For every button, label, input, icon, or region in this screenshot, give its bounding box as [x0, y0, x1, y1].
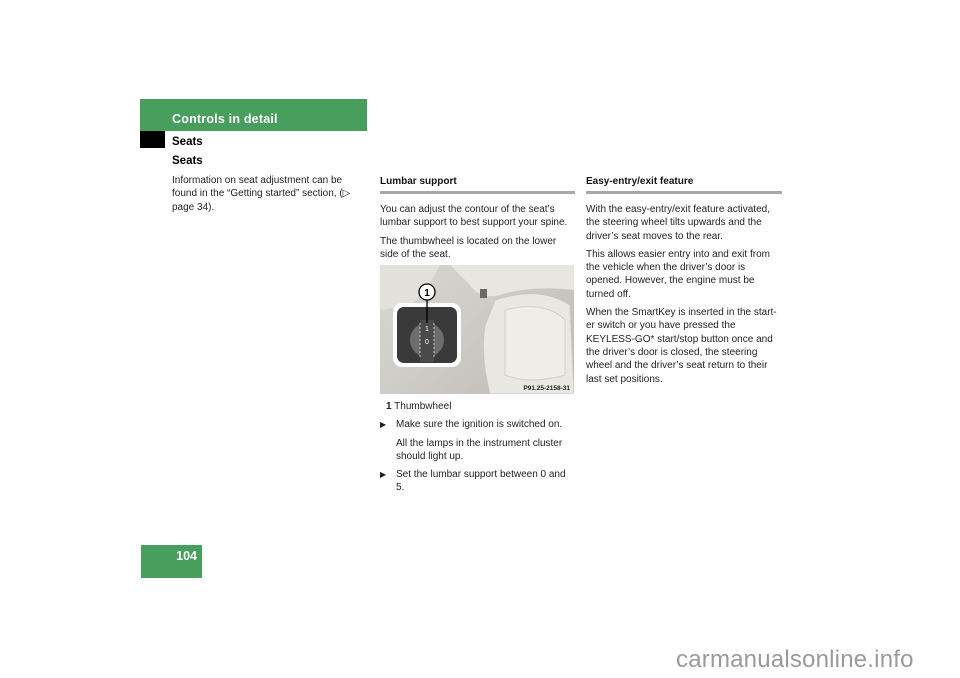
section-title: Seats: [172, 136, 203, 148]
callout-number: 1: [424, 288, 430, 299]
column1-paragraph: Information on seat adjustment can be fo…: [172, 175, 351, 213]
heading-rule: [586, 191, 782, 194]
easy-entry-section: Easy-entry/exit feature With the easy-en…: [586, 176, 782, 386]
page-number-box: 104: [141, 545, 202, 578]
lumbar-support-section: Lumbar support You can adjust the contou…: [380, 176, 575, 261]
step-1-text: Make sure the ignition is switched on.: [396, 419, 563, 431]
step-1-note: All the lamps in the instrument cluster …: [396, 437, 563, 462]
thumbwheel-figure: 1 0 1 P91.25-2158-31: [380, 265, 574, 394]
column1-heading: Seats: [172, 155, 203, 167]
legend-number: 1: [386, 401, 392, 412]
heading-rule: [380, 191, 575, 194]
seat-illustration: 1 0 1 P91.25-2158-31: [380, 265, 574, 394]
lumbar-paragraph-1: You can adjust the contour of the seat’s…: [380, 204, 568, 229]
bullet-arrow-icon: ▶: [380, 420, 387, 430]
bullet-arrow-icon: ▶: [380, 470, 387, 480]
step-2-text: Set the lumbar support between 0 and 5.: [396, 469, 566, 494]
easy-entry-paragraph-1: With the easy-entry/exit feature activat…: [586, 204, 770, 242]
dial-label-0: 0: [425, 339, 429, 346]
step-2: ▶ Set the lumbar support between 0 and 5…: [380, 468, 575, 495]
figure-code: P91.25-2158-31: [523, 385, 570, 392]
watermark: carmanualsonline.info: [676, 646, 914, 673]
step-1: ▶ Make sure the ignition is switched on.…: [380, 418, 575, 463]
lumbar-steps: 1 Thumbwheel ▶ Make sure the ignition is…: [380, 400, 575, 495]
section-marker-block: [140, 131, 165, 148]
lumbar-paragraph-2: The thumbwheel is located on the lower s…: [380, 235, 557, 260]
easy-entry-heading: Easy-entry/exit feature: [586, 176, 694, 187]
legend-label: Thumbwheel: [394, 401, 452, 412]
easy-entry-paragraph-3: When the SmartKey is inserted in the sta…: [586, 307, 777, 385]
chapter-title: Controls in detail: [172, 112, 278, 126]
figure-legend: 1 Thumbwheel: [380, 400, 575, 413]
easy-entry-paragraph-2: This allows easier entry into and exit f…: [586, 248, 770, 300]
page-number: 104: [176, 549, 197, 563]
dial-label-1: 1: [425, 326, 429, 333]
lumbar-support-heading: Lumbar support: [380, 176, 457, 187]
